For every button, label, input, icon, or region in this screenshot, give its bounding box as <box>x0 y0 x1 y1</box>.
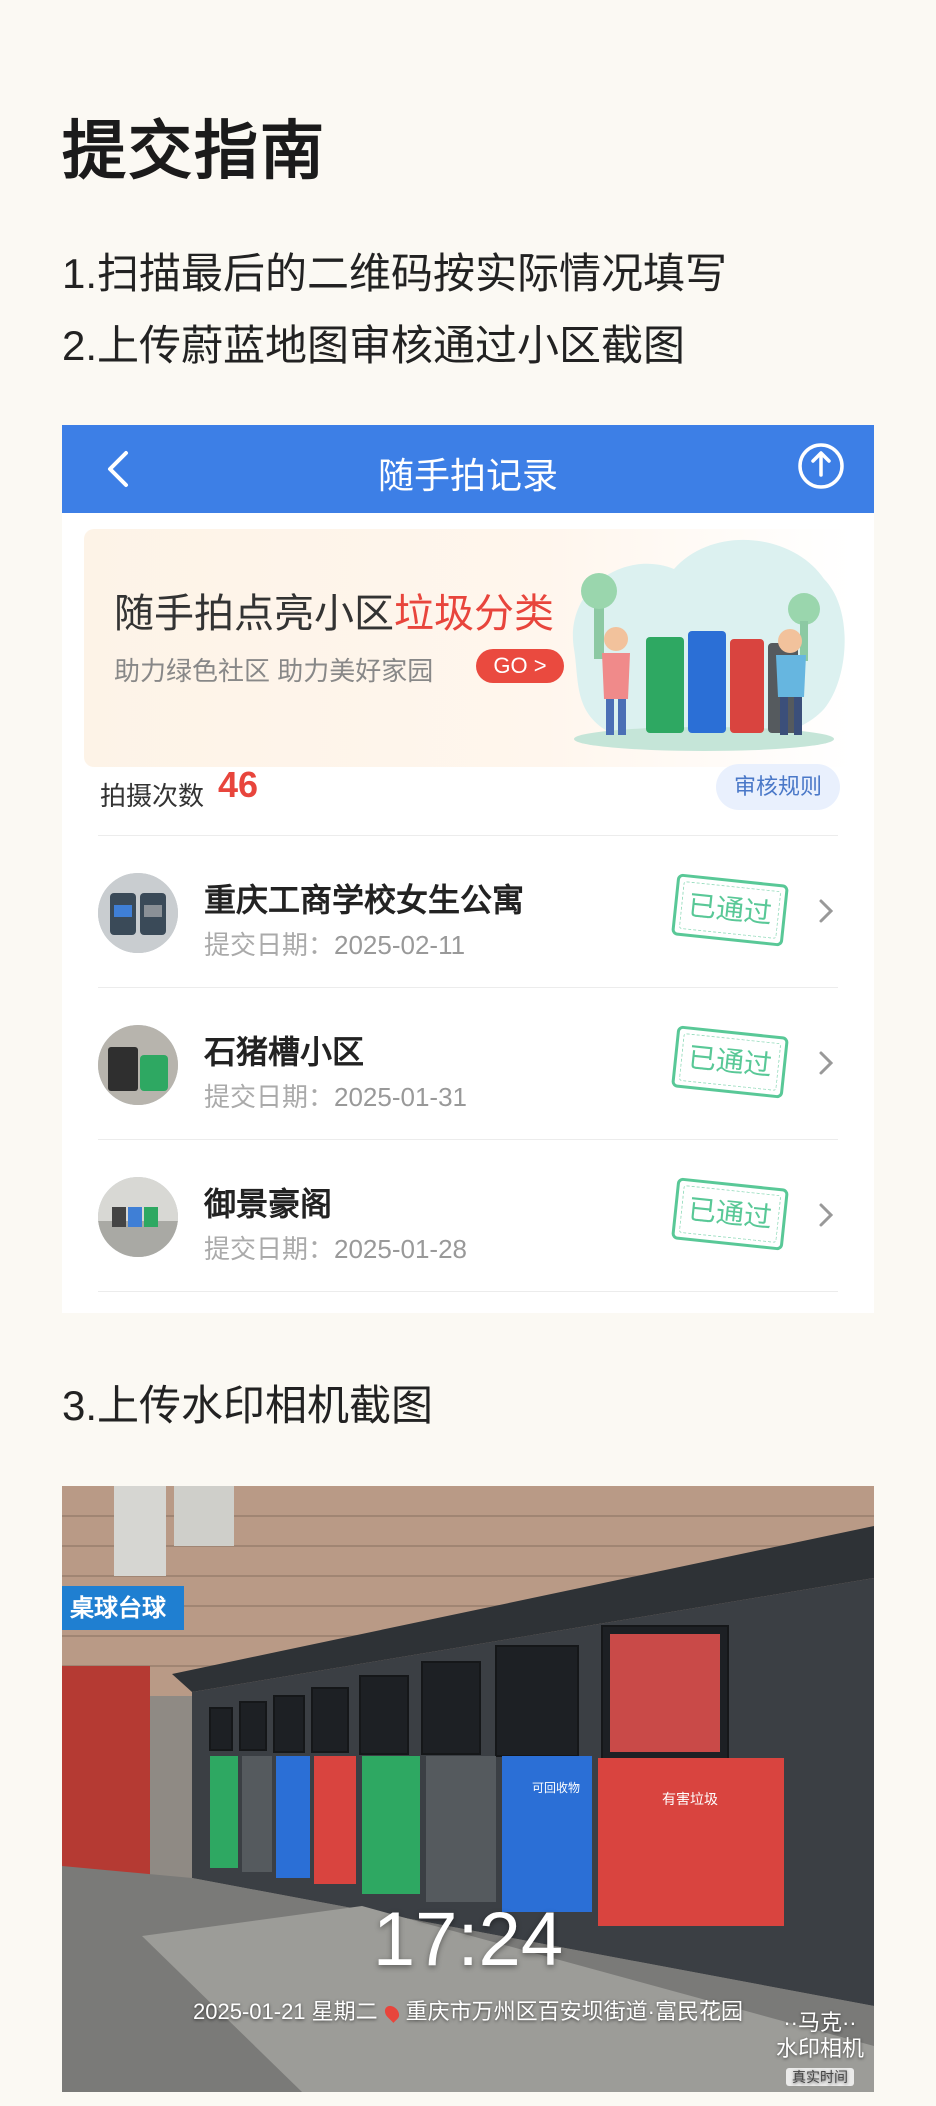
approved-stamp: 已通过 <box>671 1025 789 1099</box>
chevron-right-icon[interactable] <box>814 1197 838 1233</box>
watermark-photo: 桌球台球 可回收物 有害垃圾 17:24 2025-01-21 星期二 重庆市万… <box>62 1486 874 2092</box>
record-name: 御景豪阁 <box>204 1186 333 1222</box>
recycling-illustration <box>572 539 845 751</box>
approved-stamp: 已通过 <box>671 1177 789 1251</box>
shot-count-value: 46 <box>218 764 259 805</box>
record-date: 提交日期：2025-02-11 <box>204 930 466 960</box>
divider <box>98 1291 838 1292</box>
record-name: 重庆工商学校女生公寓 <box>204 882 525 918</box>
app-screenshot: 随手拍记录 随手拍点亮小区垃圾分类 助力绿色社区 助力美好家园 GO > 拍摄次… <box>62 425 874 1313</box>
brand-top: ··马克·· <box>783 2010 857 2035</box>
record-thumbnail <box>98 1025 178 1105</box>
go-button[interactable]: GO > <box>476 649 564 683</box>
shop-sign: 桌球台球 <box>70 1594 167 1622</box>
record-date: 提交日期：2025-01-31 <box>204 1082 468 1112</box>
chevron-right-icon[interactable] <box>814 1045 838 1081</box>
record-thumbnail <box>98 873 178 953</box>
page-title: 提交指南 <box>62 115 326 187</box>
bin-label: 有害垃圾 <box>662 1791 718 1807</box>
record-item[interactable]: 御景豪阁 提交日期：2025-01-28 已通过 <box>98 1139 838 1291</box>
approved-stamp: 已通过 <box>671 873 789 947</box>
record-item[interactable]: 石猪槽小区 提交日期：2025-01-31 已通过 <box>98 987 838 1139</box>
bin-label: 可回收物 <box>532 1781 580 1795</box>
shot-count-label: 拍摄次数 <box>100 781 205 811</box>
app-title: 随手拍记录 <box>377 455 558 496</box>
brand-name: 水印相机 <box>775 2036 864 2061</box>
step-1-text: 1.扫描最后的二维码按实际情况填写 <box>62 250 728 297</box>
app-navbar: 随手拍记录 <box>62 425 874 513</box>
record-name: 石猪槽小区 <box>204 1034 365 1070</box>
photo-meta: 2025-01-21 星期二 重庆市万州区百安坝街道·富民花园 <box>62 1994 874 2026</box>
photo-location: 重庆市万州区百安坝街道·富民花园 <box>405 1999 743 2024</box>
shot-count-row: 拍摄次数 46 审核规则 <box>100 760 840 820</box>
record-date: 提交日期：2025-01-28 <box>204 1234 468 1264</box>
real-time-badge: 真实时间 <box>785 2068 854 2086</box>
photo-datetime: 2025-01-21 星期二 <box>193 1999 378 2024</box>
banner-subtitle: 助力绿色社区 助力美好家园 <box>114 656 434 686</box>
photo-time: 17:24 <box>372 1897 564 1982</box>
share-upload-icon[interactable] <box>794 439 848 493</box>
chevron-right-icon[interactable] <box>814 893 838 929</box>
banner-title: 随手拍点亮小区垃圾分类 <box>114 592 554 636</box>
review-rules-button[interactable]: 审核规则 <box>716 764 840 810</box>
step-2-text: 2.上传蔚蓝地图审核通过小区截图 <box>62 322 686 369</box>
step-3-text: 3.上传水印相机截图 <box>62 1382 434 1429</box>
location-pin-icon <box>381 2003 402 2024</box>
watermark-brand: ··马克·· 水印相机 真实时间 <box>776 2010 864 2088</box>
record-thumbnail <box>98 1177 178 1257</box>
promo-banner[interactable]: 随手拍点亮小区垃圾分类 助力绿色社区 助力美好家园 GO > <box>84 529 852 767</box>
record-item[interactable]: 重庆工商学校女生公寓 提交日期：2025-02-11 已通过 <box>98 835 838 987</box>
